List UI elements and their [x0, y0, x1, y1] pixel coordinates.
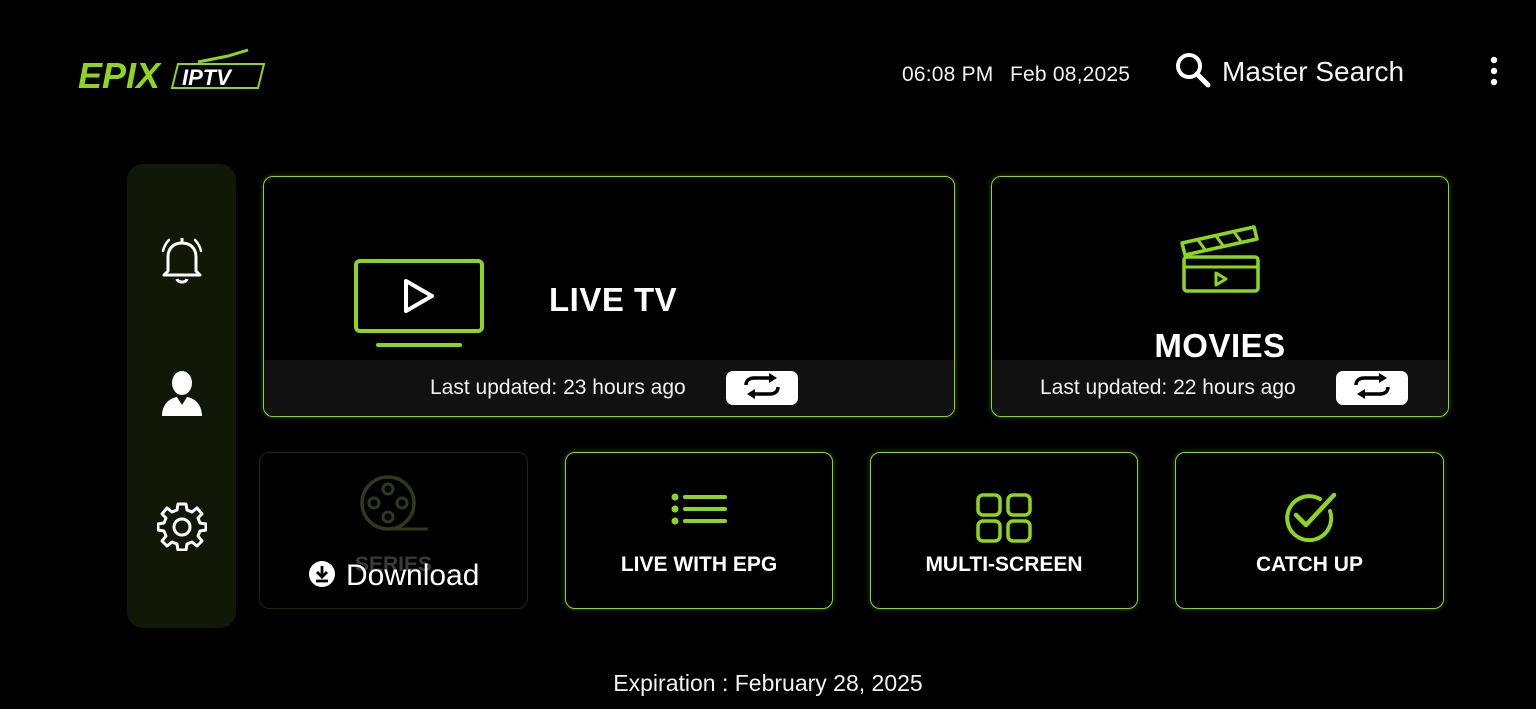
refresh-icon [1352, 372, 1392, 404]
gear-icon [156, 501, 208, 556]
multi-screen-title: MULTI-SCREEN [925, 553, 1083, 576]
bell-icon [159, 235, 205, 290]
catch-up-title: CATCH UP [1256, 553, 1363, 576]
profile-button[interactable] [156, 369, 208, 421]
live-tv-footer: Last updated: 23 hours ago [264, 360, 954, 416]
movies-refresh-button[interactable] [1336, 371, 1408, 405]
movies-footer: Last updated: 22 hours ago [992, 360, 1448, 416]
clapperboard-icon [1178, 221, 1262, 300]
live-with-epg-title: LIVE WITH EPG [620, 553, 778, 576]
check-circle-icon [1176, 491, 1443, 543]
movies-last-updated: Last updated: 22 hours ago [1040, 376, 1296, 399]
search-icon [1174, 51, 1212, 94]
download-label: Download [346, 559, 480, 592]
live-tv-last-updated: Last updated: 23 hours ago [430, 376, 686, 399]
live-tv-title: LIVE TV [549, 281, 678, 318]
notifications-button[interactable] [156, 236, 208, 288]
download-icon [308, 560, 336, 593]
clock-time: 06:08 PM [902, 63, 994, 86]
live-tv-refresh-button[interactable] [726, 371, 798, 405]
tv-play-icon [354, 259, 484, 354]
catch-up-card[interactable]: CATCH UP [1175, 452, 1444, 609]
settings-button[interactable] [156, 502, 208, 554]
user-icon [160, 368, 204, 423]
master-search-button[interactable]: Master Search [1174, 52, 1404, 92]
live-tv-card[interactable]: LIVE TV Last updated: 23 hours ago [263, 176, 955, 417]
logo-text-epix: EPIX [78, 55, 162, 94]
app-logo: EPIX IPTV [78, 48, 266, 96]
master-search-label: Master Search [1222, 56, 1405, 87]
clock-date: Feb 08,2025 [1010, 63, 1131, 86]
download-button[interactable]: Download [308, 559, 479, 593]
film-reel-icon [358, 475, 430, 538]
grid-icon [871, 493, 1137, 543]
live-with-epg-card[interactable]: LIVE WITH EPG [565, 452, 833, 609]
kebab-menu-icon[interactable] [1482, 54, 1506, 90]
sidebar [127, 164, 236, 628]
multi-screen-card[interactable]: MULTI-SCREEN [870, 452, 1138, 609]
series-card[interactable]: SERIES Download [259, 452, 528, 609]
logo-text-iptv: IPTV [182, 65, 233, 90]
movies-card[interactable]: MOVIES Last updated: 22 hours ago [991, 176, 1449, 417]
refresh-icon [742, 372, 782, 404]
list-icon [566, 491, 832, 535]
expiration-date: Expiration : February 28, 2025 [613, 670, 923, 696]
